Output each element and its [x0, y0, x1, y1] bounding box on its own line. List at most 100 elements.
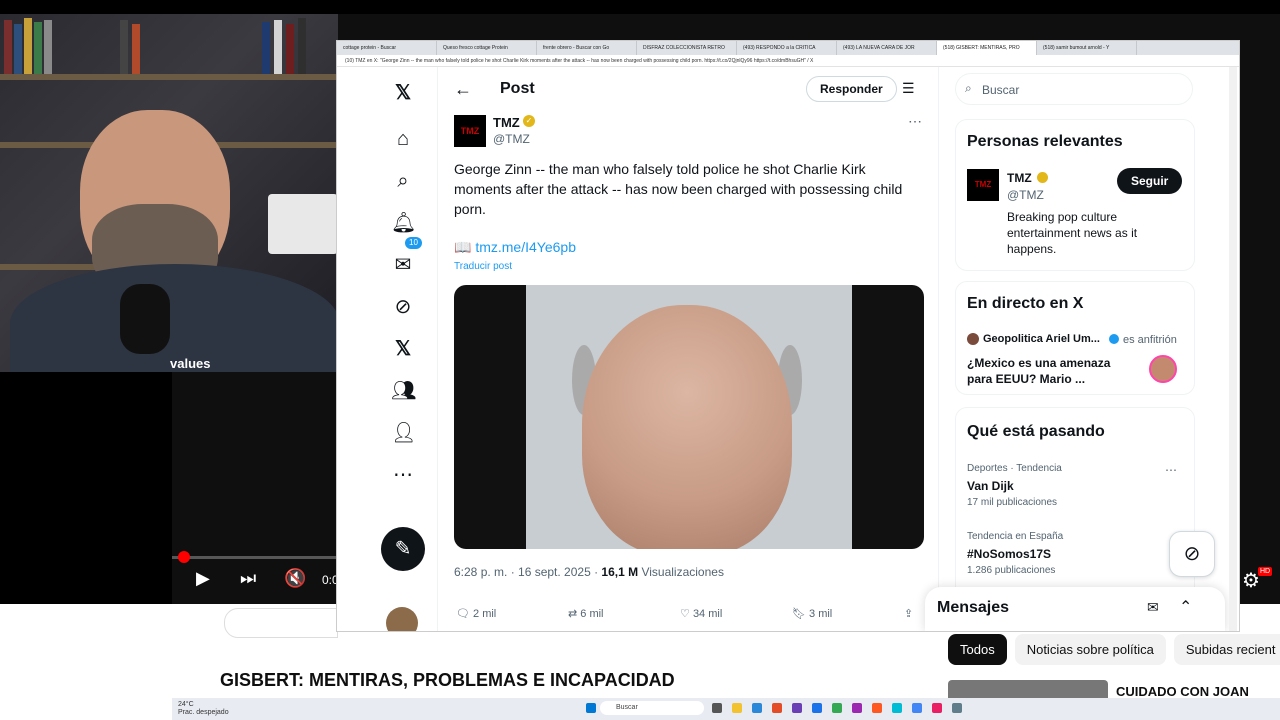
live-host[interactable]: Geopolitica Ariel Um... — [983, 333, 1100, 345]
app-icon[interactable] — [872, 703, 882, 713]
youtube-player-area[interactable] — [0, 372, 172, 604]
browser-tab[interactable]: (493) RESPONDO a la CRITICA — [737, 41, 837, 55]
compose-post-button[interactable]: ✎ — [381, 527, 425, 571]
app-icon[interactable] — [832, 703, 842, 713]
bell-icon[interactable]: 🔔︎ — [391, 211, 416, 235]
youtube-search-input[interactable] — [224, 608, 338, 638]
post-image[interactable] — [454, 285, 924, 549]
weather-temp: 24°C — [178, 701, 194, 708]
browser-tab[interactable]: cottage protein - Buscar — [337, 41, 437, 55]
search-icon[interactable]: ⌕ — [391, 169, 415, 193]
book — [34, 22, 42, 74]
trend-meta: Tendencia en España — [967, 531, 1064, 542]
bookmark-count: 3 mil — [809, 608, 833, 620]
trend-name[interactable]: Van Dijk — [967, 479, 1014, 493]
author-avatar[interactable]: TMZ — [454, 115, 486, 147]
communities-icon[interactable]: 👥︎ — [391, 379, 416, 403]
scrollbar[interactable] — [1229, 67, 1237, 631]
chip-recent[interactable]: Subidas recient — [1173, 634, 1280, 665]
app-icon[interactable] — [792, 703, 802, 713]
new-message-icon[interactable]: ✉ — [1147, 599, 1159, 616]
home-icon[interactable]: ⌂ — [391, 127, 415, 151]
trend-name[interactable]: #NoSomos17S — [967, 547, 1051, 561]
post-timestamp[interactable]: 6:28 p. m. · 16 sept. 2025 · — [454, 565, 601, 579]
microphone — [120, 284, 170, 354]
task-view-icon[interactable] — [712, 703, 722, 713]
play-icon[interactable]: ▶ — [196, 568, 210, 589]
app-icon[interactable] — [812, 703, 822, 713]
relevant-avatar[interactable]: TMZ — [967, 169, 999, 201]
taskbar-search[interactable]: Buscar — [600, 701, 704, 715]
next-icon[interactable]: ⏭ — [240, 568, 256, 589]
post-link[interactable]: 📖 tmz.me/I4Ye6pb — [454, 239, 576, 256]
mute-icon[interactable]: 🔇 — [284, 568, 306, 589]
app-icon[interactable] — [852, 703, 862, 713]
view-count: 16,1 M — [601, 565, 639, 579]
chrome-icon[interactable] — [912, 703, 922, 713]
messages-drawer[interactable]: Mensajes ✉ ⌃ — [925, 587, 1225, 631]
app-icon[interactable] — [772, 703, 782, 713]
reply-button[interactable]: Responder — [806, 76, 897, 102]
profile-icon[interactable]: 👤︎ — [391, 421, 416, 445]
author-name[interactable]: TMZ — [493, 115, 520, 130]
relevant-name[interactable]: TMZ — [1007, 171, 1032, 185]
windows-start-icon[interactable] — [586, 703, 596, 713]
shirt-text: values — [170, 356, 211, 371]
mail-icon[interactable]: ✉ — [391, 253, 415, 277]
trend-more-icon[interactable]: ⋯ — [1165, 463, 1177, 477]
browser-icon[interactable] — [752, 703, 762, 713]
back-arrow-icon[interactable]: ← — [454, 79, 472, 100]
grok-floating-button[interactable]: ⊘ — [1169, 531, 1215, 577]
host-role: es anfitrión — [1123, 334, 1177, 346]
relevant-handle[interactable]: @TMZ — [1007, 188, 1044, 202]
recommended-title[interactable]: CUIDADO CON JOAN — [1116, 684, 1249, 699]
search-input[interactable]: Buscar — [955, 73, 1193, 105]
address-bar[interactable]: (10) TMZ en X: "George Zinn -- the man w… — [337, 55, 1239, 67]
book — [262, 22, 270, 74]
x-logo-icon[interactable]: 𝕏 — [391, 81, 415, 105]
weather-desc: Prac. despejado — [178, 709, 229, 716]
youtube-progress-handle[interactable] — [178, 551, 190, 563]
browser-tab[interactable]: (518) samir bumout arnold - Y — [1037, 41, 1137, 55]
like-count: 34 mil — [692, 608, 723, 620]
weather-widget[interactable]: 24°C Prac. despejado — [178, 701, 229, 717]
like-action[interactable]: ♡ 34 mil — [680, 607, 722, 620]
webcam-overlay: values — [0, 14, 338, 372]
repost-action[interactable]: ⇄ 6 mil — [568, 607, 604, 620]
live-avatar[interactable] — [1149, 355, 1177, 383]
trend-count: 17 mil publicaciones — [967, 497, 1058, 508]
account-avatar[interactable] — [386, 607, 418, 631]
verified-badge-icon: ✓ — [523, 115, 535, 127]
app-icon[interactable] — [892, 703, 902, 713]
comment-icon: 🗨︎ — [456, 608, 470, 620]
premium-x-icon[interactable]: 𝕏 — [391, 337, 415, 361]
file-explorer-icon[interactable] — [732, 703, 742, 713]
app-icon[interactable] — [952, 703, 962, 713]
live-title: En directo en X — [967, 295, 1084, 312]
browser-tab[interactable]: Queso fresco cottage Protein — [437, 41, 537, 55]
bookmark-action[interactable]: 🔖︎ 3 mil — [792, 607, 832, 620]
browser-tab[interactable]: (493) LA NUEVA CARA DE JOR — [837, 41, 937, 55]
follow-button[interactable]: Seguir — [1117, 168, 1183, 194]
browser-tab[interactable]: DISFRAZ COLECCIONISTA RETRO — [637, 41, 737, 55]
grok-icon[interactable]: ⊘ — [391, 295, 415, 319]
chip-politics[interactable]: Noticias sobre política — [1014, 634, 1166, 665]
taskbar: 24°C Prac. despejado Buscar — [172, 698, 1280, 720]
settings-sliders-icon[interactable]: ☰ — [902, 80, 915, 97]
author-handle[interactable]: @TMZ — [493, 132, 530, 146]
reply-action[interactable]: 🗨︎ 2 mil — [456, 607, 496, 620]
share-icon[interactable]: ⇪ — [904, 607, 913, 620]
chip-all[interactable]: Todos — [948, 634, 1007, 665]
app-icon[interactable] — [932, 703, 942, 713]
more-icon[interactable]: ⋯ — [391, 463, 415, 487]
x-sidebar: 𝕏 ⌂ ⌕ 🔔︎ 10 ✉ ⊘ 𝕏 👥︎ 👤︎ ⋯ ✎ — [377, 71, 427, 631]
hd-badge: HD — [1258, 567, 1273, 576]
browser-tab[interactable]: (518) GISBERT: MENTIRAS, PRO — [937, 41, 1037, 55]
translate-link[interactable]: Traducir post — [454, 261, 512, 272]
browser-tab[interactable]: frente obrero - Buscar con Go — [537, 41, 637, 55]
console-box — [268, 194, 338, 254]
chevron-up-icon[interactable]: ⌃ — [1179, 597, 1192, 617]
more-options-icon[interactable]: ⋯ — [908, 113, 922, 130]
live-space-title[interactable]: ¿Mexico es una amenaza para EEUU? Mario … — [967, 355, 1137, 387]
youtube-progress-bar[interactable] — [172, 556, 336, 559]
